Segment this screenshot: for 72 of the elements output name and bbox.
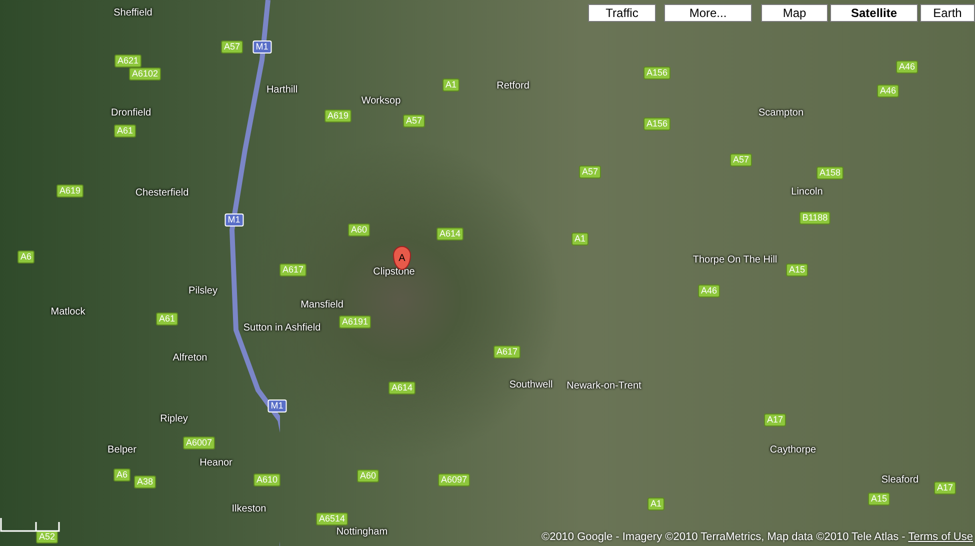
road-shield: A1: [572, 232, 588, 246]
place-label: Matlock: [50, 306, 86, 318]
road-shield: A57: [579, 166, 601, 178]
map-type-button[interactable]: Satellite: [830, 4, 918, 22]
road-shield: A619: [324, 110, 352, 122]
road-shield: A6: [114, 468, 130, 482]
road-shield: A6097: [438, 474, 470, 486]
road-shield: A61: [114, 124, 136, 138]
place-label: Scampton: [758, 108, 804, 118]
road-shield: A57: [730, 154, 752, 166]
place-label: Belper: [108, 444, 136, 456]
place-label: Ripley: [160, 414, 188, 424]
road-shield: A6: [18, 250, 34, 264]
map-type-button[interactable]: Earth: [920, 4, 975, 22]
road-shield: A156: [643, 66, 671, 80]
road-shield: A621: [114, 54, 142, 68]
road-shield: A6007: [182, 436, 216, 450]
road-shield: A617: [493, 346, 521, 358]
road-shield: M1: [268, 400, 286, 412]
road-shield: A6191: [338, 316, 372, 328]
road-shield: M1: [252, 40, 272, 54]
place-label: Sheffield: [114, 8, 152, 18]
place-label: Sutton in Ashfield: [243, 322, 321, 334]
road-shield: A6102: [128, 68, 162, 80]
place-label: Caythorpe: [770, 444, 816, 456]
place-label: Harthill: [266, 84, 298, 96]
road-shield: A6514: [316, 512, 348, 526]
map-control-button[interactable]: More...: [664, 4, 752, 22]
road-shield: B1188: [799, 212, 831, 224]
road-shield: A15: [868, 492, 890, 506]
road-shield: A60: [357, 470, 379, 482]
place-label: Heanor: [200, 458, 232, 468]
copyright-text: ©2010 Google - Imagery ©2010 TerraMetrics, Map data ©2010 Tele Atlas -: [541, 531, 906, 543]
road-shield: A38: [134, 476, 156, 488]
road-shield: A15: [786, 264, 808, 276]
road-shield: A610: [253, 474, 281, 486]
terms-link[interactable]: Terms of Use: [908, 531, 973, 543]
map-control-button[interactable]: Traffic: [588, 4, 656, 22]
road-shield: A617: [279, 264, 307, 276]
road-shield: A619: [56, 184, 84, 198]
road-shield: A46: [896, 60, 918, 74]
road-shield: A17: [934, 482, 956, 494]
road-shield: A46: [698, 284, 720, 298]
road-shield: A17: [764, 414, 786, 426]
place-label: Alfreton: [172, 352, 208, 364]
road-shield: A158: [816, 166, 844, 180]
place-label: Southwell: [509, 380, 553, 390]
place-label: Sleaford: [881, 474, 919, 486]
road-shield: A1: [648, 498, 664, 510]
road-shield: A60: [348, 224, 370, 236]
road-shield: A61: [156, 312, 178, 326]
road-shield: A614: [388, 382, 416, 394]
place-label: Ilkeston: [232, 504, 266, 514]
road-shield: A156: [643, 118, 671, 130]
scale-bar-icon: [0, 518, 60, 532]
place-label: Nottingham: [336, 526, 388, 538]
place-label: Lincoln: [791, 186, 823, 198]
map-type-button[interactable]: Map: [761, 4, 828, 22]
place-label: Pilsley: [188, 286, 218, 296]
road-shield: A57: [221, 40, 243, 54]
road-shield: A46: [877, 84, 899, 98]
place-label: Thorpe On The Hill: [692, 254, 778, 266]
place-label: Worksop: [361, 96, 401, 106]
place-label: Newark-on-Trent: [566, 380, 642, 392]
place-label: Retford: [496, 80, 530, 92]
road-shield: A1: [442, 78, 460, 92]
place-label: Mansfield: [300, 300, 344, 310]
place-label: Dronfield: [110, 108, 152, 118]
road-shield: M1: [224, 214, 244, 226]
road-shield: A57: [403, 114, 425, 128]
place-label: Chesterfield: [135, 188, 189, 198]
road-shield: A614: [436, 228, 464, 240]
